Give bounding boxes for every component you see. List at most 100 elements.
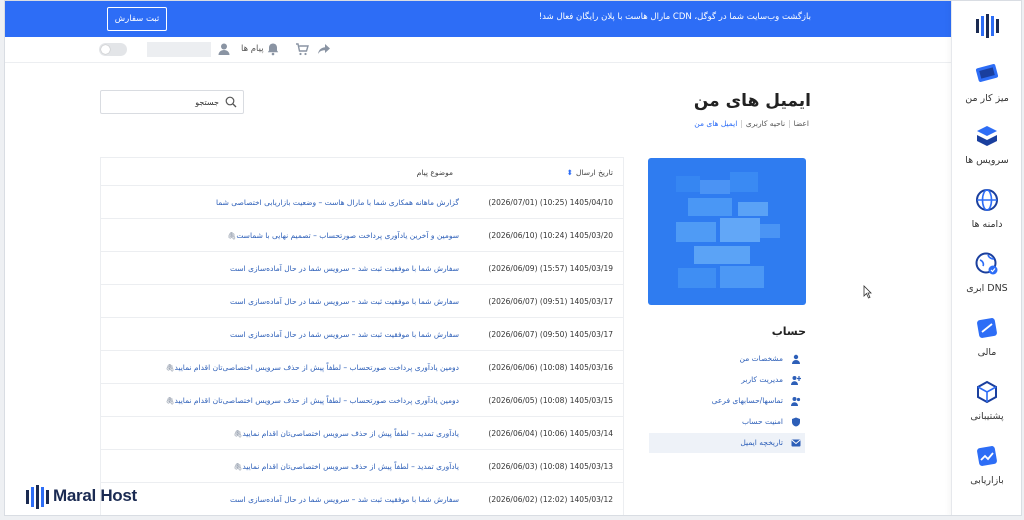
- sidebar-item-cloud-dns[interactable]: DNS ابری: [952, 251, 1021, 294]
- main-sidebar: میز کار من سرویس ها دامنه ها DNS ابری ما…: [951, 1, 1021, 515]
- account-item-profile[interactable]: مشخصات من: [649, 349, 805, 369]
- column-header-subject[interactable]: موضوع پیام: [417, 168, 453, 177]
- email-date: 1405/04/10 (10:25) (2026/07/01): [488, 198, 613, 207]
- account-item-user-management[interactable]: مدیریت کاربر: [649, 370, 805, 390]
- cart-icon[interactable]: [295, 42, 309, 56]
- table-row[interactable]: 1405/03/13 (10:08) (2026/06/03) یادآوری ت…: [101, 450, 623, 483]
- email-subject-link[interactable]: سفارش شما با موفقیت ثبت شد – سرویس شما د…: [230, 264, 459, 273]
- account-item-label: تماسها/حسابهای فرعی: [711, 396, 783, 405]
- top-toolbar: پیام ها: [5, 37, 951, 63]
- username-redacted[interactable]: [147, 42, 211, 57]
- email-subject-link[interactable]: سومین و آخرین یادآوری پرداخت صورتحساب – …: [224, 231, 459, 240]
- sidebar-item-label: مالی: [977, 347, 997, 358]
- email-subject-link[interactable]: دومین یادآوری پرداخت صورتحساب – لطفاً پی…: [163, 396, 459, 405]
- email-subject-link[interactable]: سفارش شما با موفقیت ثبت شد – سرویس شما د…: [230, 330, 459, 339]
- order-button[interactable]: ثبت سفارش: [107, 7, 167, 31]
- email-date: 1405/03/17 (09:50) (2026/06/07): [488, 330, 613, 339]
- search-input[interactable]: [119, 95, 219, 109]
- email-subject-link[interactable]: گزارش ماهانه همکاری شما با مارال هاست – …: [216, 198, 459, 207]
- table-row[interactable]: 1405/03/20 (10:24) (2026/06/10) سومین و آ…: [101, 219, 623, 252]
- table-row[interactable]: 1405/03/19 (15:57) (2026/06/09) سفارش شما…: [101, 252, 623, 285]
- breadcrumb-item[interactable]: اعضا: [794, 119, 809, 128]
- mouse-cursor-icon: [863, 285, 872, 299]
- table-row[interactable]: 1405/03/17 (09:51) (2026/06/07) سفارش شما…: [101, 285, 623, 318]
- email-date: 1405/03/14 (10:06) (2026/06/04): [488, 429, 613, 438]
- user-manage-icon: [791, 376, 801, 385]
- email-subject-link[interactable]: یادآوری تمدید – لطفاً پیش از حذف سرویس ا…: [230, 462, 459, 471]
- table-row[interactable]: 1405/03/12 (12:02) (2026/06/02) سفارش شما…: [101, 483, 623, 515]
- share-icon[interactable]: [317, 42, 331, 56]
- cloud-dns-icon: [975, 252, 998, 275]
- desktop-icon: [975, 64, 999, 82]
- user-icon: [792, 354, 800, 364]
- finance-icon: [977, 318, 997, 338]
- account-item-label: مشخصات من: [739, 354, 783, 363]
- table-row[interactable]: 1405/03/15 (10:08) (2026/06/05) دومین یاد…: [101, 384, 623, 417]
- account-item-label: مدیریت کاربر: [741, 375, 783, 384]
- email-date: 1405/03/17 (09:51) (2026/06/07): [488, 297, 613, 306]
- messages-label[interactable]: پیام ها: [241, 44, 264, 54]
- bell-icon[interactable]: [266, 42, 280, 56]
- account-item-email-history[interactable]: تاریخچه ایمیل: [649, 433, 805, 453]
- sidebar-item-finance[interactable]: مالی: [952, 315, 1021, 358]
- account-item-label: امنیت حساب: [741, 417, 783, 426]
- table-header: تاریخ ارسال⬍ موضوع پیام: [101, 158, 623, 186]
- watermark-text: Maral Host: [53, 486, 137, 505]
- account-item-contacts[interactable]: تماسها/حسابهای فرعی: [649, 391, 805, 411]
- support-icon: [977, 380, 997, 404]
- attachment-icon: 🖇: [165, 364, 175, 372]
- email-table: تاریخ ارسال⬍ موضوع پیام 1405/04/10 (10:2…: [100, 157, 624, 515]
- contacts-icon: [791, 397, 801, 406]
- theme-toggle[interactable]: [99, 43, 127, 56]
- account-section-title: حساب: [771, 325, 806, 338]
- shield-icon: [792, 417, 800, 427]
- sidebar-item-domains[interactable]: دامنه ها: [952, 187, 1021, 230]
- email-subject-link[interactable]: دومین یادآوری پرداخت صورتحساب – لطفاً پی…: [163, 363, 459, 372]
- marketing-icon: [977, 446, 997, 466]
- email-subject-link[interactable]: سفارش شما با موفقیت ثبت شد – سرویس شما د…: [230, 297, 459, 306]
- sidebar-item-label: بازاریابی: [970, 475, 1004, 486]
- promo-banner: بازگشت وب‌سایت شما در گوگل، CDN مارال ها…: [5, 1, 951, 37]
- table-row[interactable]: 1405/03/17 (09:50) (2026/06/07) سفارش شما…: [101, 318, 623, 351]
- sidebar-item-label: میز کار من: [965, 93, 1009, 104]
- sidebar-item-label: دامنه ها: [971, 219, 1003, 230]
- email-subject-link[interactable]: سفارش شما با موفقیت ثبت شد – سرویس شما د…: [230, 495, 459, 504]
- attachment-icon: 🖇: [233, 430, 243, 438]
- email-date: 1405/03/12 (12:02) (2026/06/02): [488, 495, 613, 504]
- table-row[interactable]: 1405/03/14 (10:06) (2026/06/04) یادآوری ت…: [101, 417, 623, 450]
- mail-icon: [791, 439, 801, 447]
- user-icon[interactable]: [217, 42, 231, 56]
- maral-logo-icon[interactable]: [974, 13, 1000, 39]
- column-header-date[interactable]: تاریخ ارسال⬍: [567, 168, 613, 177]
- sidebar-item-label: DNS ابری: [966, 283, 1008, 294]
- table-row[interactable]: 1405/03/16 (10:08) (2026/06/06) دومین یاد…: [101, 351, 623, 384]
- maral-logo-icon: [26, 485, 49, 509]
- banner-text: بازگشت وب‌سایت شما در گوگل، CDN مارال ها…: [538, 12, 811, 22]
- account-item-label: تاریخچه ایمیل: [740, 438, 783, 447]
- page-title: ایمیل های من: [693, 91, 811, 111]
- breadcrumb: اعضا|ناحیه کاربری|ایمیل های من: [694, 119, 809, 128]
- email-date: 1405/03/15 (10:08) (2026/06/05): [488, 396, 613, 405]
- sidebar-item-label: سرویس ها: [965, 155, 1009, 166]
- email-date: 1405/03/19 (15:57) (2026/06/09): [488, 264, 613, 273]
- email-date: 1405/03/16 (10:08) (2026/06/06): [488, 363, 613, 372]
- breadcrumb-item[interactable]: ناحیه کاربری: [746, 119, 785, 128]
- account-item-security[interactable]: امنیت حساب: [649, 412, 805, 432]
- breadcrumb-item-current: ایمیل های من: [694, 119, 738, 128]
- services-icon: [977, 126, 997, 146]
- sidebar-item-marketing[interactable]: بازاریابی: [952, 443, 1021, 486]
- sidebar-item-services[interactable]: سرویس ها: [952, 123, 1021, 166]
- search-icon[interactable]: [225, 96, 237, 108]
- email-subject-link[interactable]: یادآوری تمدید – لطفاً پیش از حذف سرویس ا…: [230, 429, 459, 438]
- email-date: 1405/03/13 (10:08) (2026/06/03): [488, 462, 613, 471]
- table-row[interactable]: 1405/04/10 (10:25) (2026/07/01) گزارش ماه…: [101, 186, 623, 219]
- attachment-icon: 🖇: [227, 232, 237, 240]
- attachment-icon: 🖇: [233, 463, 243, 471]
- profile-avatar-card: [648, 158, 806, 305]
- sidebar-item-dashboard[interactable]: میز کار من: [952, 61, 1021, 104]
- sidebar-item-label: پشتیبانی: [970, 411, 1004, 422]
- email-date: 1405/03/20 (10:24) (2026/06/10): [488, 231, 613, 240]
- attachment-icon: 🖇: [165, 397, 175, 405]
- search-box: [100, 90, 244, 114]
- sidebar-item-support[interactable]: پشتیبانی: [952, 379, 1021, 422]
